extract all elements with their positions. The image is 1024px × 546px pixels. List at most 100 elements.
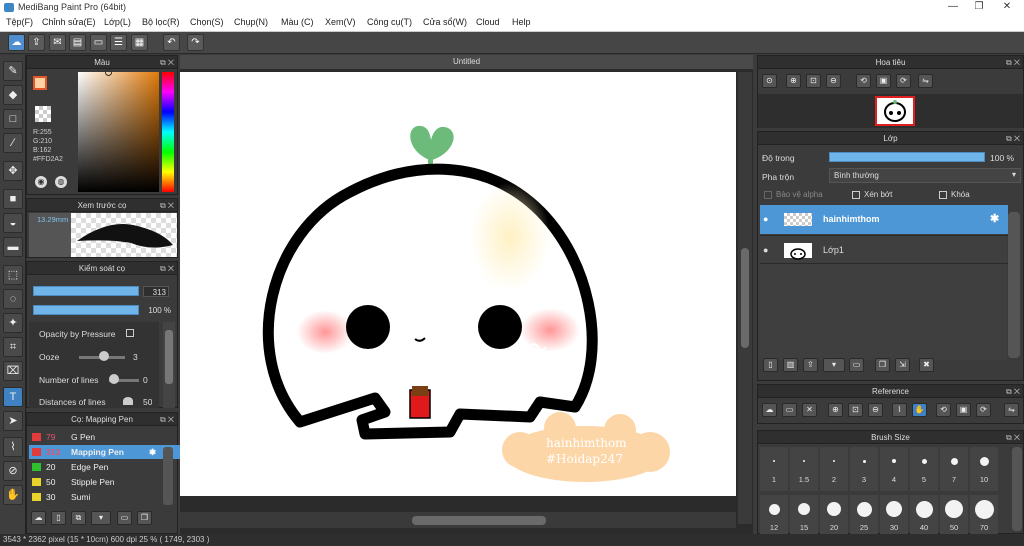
canvas-vertical-scrollbar[interactable] [738, 72, 752, 524]
panel-undock-icon[interactable]: ⧉ ✕ [160, 413, 174, 426]
move-tool-icon[interactable]: ✥ [3, 161, 23, 181]
operation-tool-icon[interactable]: ➤ [3, 411, 23, 431]
gear-icon[interactable]: ✱ [149, 445, 156, 459]
share-icon[interactable]: ⇪ [28, 34, 45, 51]
menu-cloud[interactable]: Cloud [476, 17, 500, 27]
eyedropper-icon[interactable]: ⌇ [892, 403, 907, 417]
gear-icon[interactable]: ✱ [990, 205, 999, 234]
document-icon[interactable]: ▭ [90, 34, 107, 51]
select-rect-icon[interactable]: ⬚ [3, 265, 23, 285]
panel-undock-icon[interactable]: ⧉ ✕ [160, 199, 174, 212]
canvas-tab[interactable]: Untitled [180, 55, 753, 69]
distance-slider-handle[interactable] [123, 397, 133, 405]
close-button[interactable]: ✕ [996, 1, 1018, 13]
flip-icon[interactable]: ⇋ [1004, 403, 1019, 417]
panel-undock-icon[interactable]: ⧉ ✕ [160, 262, 174, 275]
canvas-page[interactable]: hainhimthom #Hoidap247 [180, 72, 736, 496]
rotate-left-icon[interactable]: ⟲ [856, 74, 871, 88]
duplicate-layer-icon[interactable]: ❐ [875, 358, 890, 372]
menu-edit[interactable]: Chỉnh sửa(E) [42, 17, 96, 27]
reset-rotation-icon[interactable]: ▣ [876, 74, 891, 88]
brush-size-preset[interactable]: 5 [910, 447, 938, 491]
protect-alpha-checkbox[interactable] [764, 191, 772, 199]
brush-size-scrollbar[interactable] [1012, 447, 1022, 531]
actual-size-icon[interactable]: ⊡ [848, 403, 863, 417]
folder-icon[interactable]: ▭ [117, 511, 132, 525]
fill-rect-tool-icon[interactable]: ■ [3, 189, 23, 209]
eye-icon[interactable]: ● [763, 236, 768, 265]
pen-tool-icon[interactable]: ∕ [3, 133, 23, 153]
copy-brush-icon[interactable]: ⧉ [71, 511, 86, 525]
brush-size-preset[interactable]: 25 [850, 495, 878, 539]
menu-filter[interactable]: Bộ lọc(R) [142, 17, 180, 27]
select-pen-icon[interactable]: ⌗ [3, 337, 23, 357]
brush-item[interactable]: 20 Edge Pen [29, 460, 185, 474]
rotate-right-icon[interactable]: ⟳ [976, 403, 991, 417]
add-layer-menu-icon[interactable]: ▾ [823, 358, 845, 372]
lock-checkbox[interactable] [939, 191, 947, 199]
panel-undock-icon[interactable]: ⧉ ✕ [1006, 431, 1020, 444]
new-layer-icon[interactable]: ▯ [763, 358, 778, 372]
comment-icon[interactable]: ✉ [49, 34, 66, 51]
eyedropper-icon[interactable]: ⊘ [3, 461, 23, 481]
brush-size-preset[interactable]: 7 [940, 447, 968, 491]
brush-size-preset[interactable]: 3 [850, 447, 878, 491]
brush-list-scrollbar[interactable] [163, 447, 173, 505]
menu-file[interactable]: Tệp(F) [6, 17, 33, 27]
layer-opacity-slider[interactable] [829, 152, 985, 162]
zoom-in-icon[interactable]: ⊕ [828, 403, 843, 417]
text-tool-icon[interactable]: T [3, 387, 23, 407]
magic-wand-icon[interactable]: ✦ [3, 313, 23, 333]
navigator-thumbnail[interactable] [875, 96, 915, 126]
panel-undock-icon[interactable]: ⧉ ✕ [1006, 132, 1020, 145]
eraser-tool-icon[interactable]: ◆ [3, 85, 23, 105]
menu-color[interactable]: Màu (C) [281, 17, 314, 27]
cloud-brush-icon[interactable]: ☁ [31, 511, 46, 525]
zoom-out-icon[interactable]: ⊖ [826, 74, 841, 88]
ooze-slider-handle[interactable] [99, 351, 109, 361]
color-picker-cursor[interactable] [105, 69, 112, 76]
lasso-icon[interactable]: ◌ [3, 289, 23, 309]
minimize-button[interactable]: — [942, 1, 964, 13]
canvas-horizontal-scrollbar[interactable] [180, 512, 736, 528]
rotate-left-icon[interactable]: ⟲ [936, 403, 951, 417]
brush-size-preset[interactable]: 40 [910, 495, 938, 539]
brush-size-preset[interactable]: 15 [790, 495, 818, 539]
clipping-checkbox[interactable] [852, 191, 860, 199]
hue-slider[interactable] [162, 72, 174, 192]
brush-size-preset[interactable]: 70 [970, 495, 998, 539]
transparent-color-swatch[interactable] [35, 106, 51, 122]
dropper-tool-icon[interactable]: ⌇ [3, 437, 23, 457]
menu-tools[interactable]: Công cụ(T) [367, 17, 412, 27]
brush-size-preset[interactable]: 1 [760, 447, 788, 491]
select-eraser-icon[interactable]: ⌧ [3, 361, 23, 381]
brush-size-preset[interactable]: 20 [820, 495, 848, 539]
brush-size-preset[interactable]: 50 [940, 495, 968, 539]
menu-view[interactable]: Xem(V) [325, 17, 356, 27]
menu-window[interactable]: Cửa sổ(W) [423, 17, 467, 27]
rectangle-tool-icon[interactable]: □ [3, 109, 23, 129]
brush-tool-icon[interactable]: ✎ [3, 61, 23, 81]
gradient-tool-icon[interactable]: ▬ [3, 237, 23, 257]
bucket-tool-icon[interactable]: ◒ [3, 213, 23, 233]
cloud-icon[interactable]: ☁ [762, 403, 777, 417]
color-saturation-field[interactable] [78, 72, 159, 192]
blend-mode-select[interactable]: Bình thường ▾ [829, 168, 1021, 183]
hand-tool-icon[interactable]: ✋ [3, 485, 23, 505]
brush-opacity-slider[interactable] [33, 305, 139, 315]
menu-capture[interactable]: Chụp(N) [234, 17, 268, 27]
brush-menu-icon[interactable]: ▾ [91, 511, 111, 525]
open-folder-icon[interactable]: ▭ [782, 403, 797, 417]
layer-folder-icon[interactable]: ▭ [849, 358, 864, 372]
brush-item[interactable]: 50 Stipple Pen [29, 475, 185, 489]
brush-item[interactable]: 79 G Pen [29, 430, 185, 444]
brush-size-preset[interactable]: 30 [880, 495, 908, 539]
hand-icon[interactable]: ✋ [912, 403, 927, 417]
brush-item[interactable]: 30 Sumi [29, 490, 185, 504]
palette-icon[interactable]: ◉ [35, 176, 47, 188]
panel-undock-icon[interactable]: ⧉ ✕ [1006, 56, 1020, 69]
actual-size-icon[interactable]: ⊡ [806, 74, 821, 88]
layer-item-selected[interactable]: ● hainhimthom ✱ [760, 205, 1008, 234]
restore-button[interactable]: ❐ [968, 1, 990, 13]
menu-select[interactable]: Chọn(S) [190, 17, 224, 27]
